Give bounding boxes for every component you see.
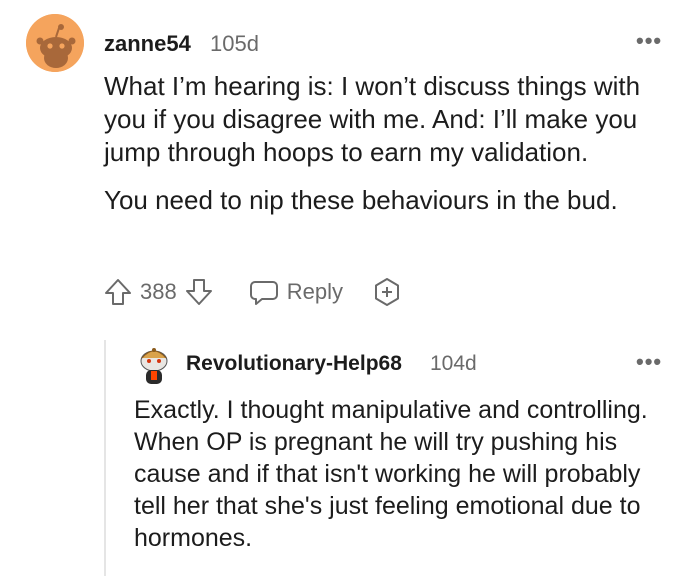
comment-age: 104d bbox=[430, 352, 477, 375]
award-button[interactable] bbox=[371, 276, 403, 308]
comment-revolutionary-help68: Revolutionary-Help68 104d ••• Exactly. I… bbox=[0, 330, 700, 576]
snoo-avatar-icon bbox=[26, 14, 84, 72]
reply-label: Reply bbox=[286, 279, 343, 304]
comment-paragraph: What I’m hearing is: I won’t discuss thi… bbox=[104, 71, 641, 167]
more-options-icon[interactable]: ••• bbox=[636, 349, 662, 375]
comment-age: 105d bbox=[210, 31, 259, 56]
comment-username[interactable]: Revolutionary-Help68 bbox=[186, 352, 402, 376]
comment-username[interactable]: zanne54 bbox=[104, 31, 191, 57]
comment-body: Exactly. I thought manipulative and cont… bbox=[134, 394, 674, 554]
speech-bubble-icon bbox=[249, 281, 278, 305]
reply-button[interactable]: Reply bbox=[249, 277, 343, 307]
avatar[interactable] bbox=[134, 346, 174, 388]
comment-body: What I’m hearing is: I won’t discuss thi… bbox=[104, 70, 664, 217]
more-options-icon[interactable]: ••• bbox=[636, 28, 662, 54]
comment-paragraph: You need to nip these behaviours in the … bbox=[104, 185, 618, 215]
avatar[interactable] bbox=[26, 14, 84, 72]
snoo-avatar-icon bbox=[140, 348, 168, 384]
downvote-button[interactable] bbox=[183, 276, 215, 308]
award-plus-icon bbox=[374, 278, 399, 306]
upvote-button[interactable] bbox=[102, 276, 134, 308]
comment-paragraph: Exactly. I thought manipulative and cont… bbox=[134, 396, 648, 552]
comment-actions: 388 Reply bbox=[102, 276, 403, 308]
comment-zanne54: zanne54 105d ••• What I’m hearing is: I … bbox=[0, 0, 700, 330]
downvote-arrow-icon bbox=[185, 279, 212, 305]
vote-count: 388 bbox=[140, 279, 177, 304]
upvote-arrow-icon bbox=[105, 279, 131, 305]
